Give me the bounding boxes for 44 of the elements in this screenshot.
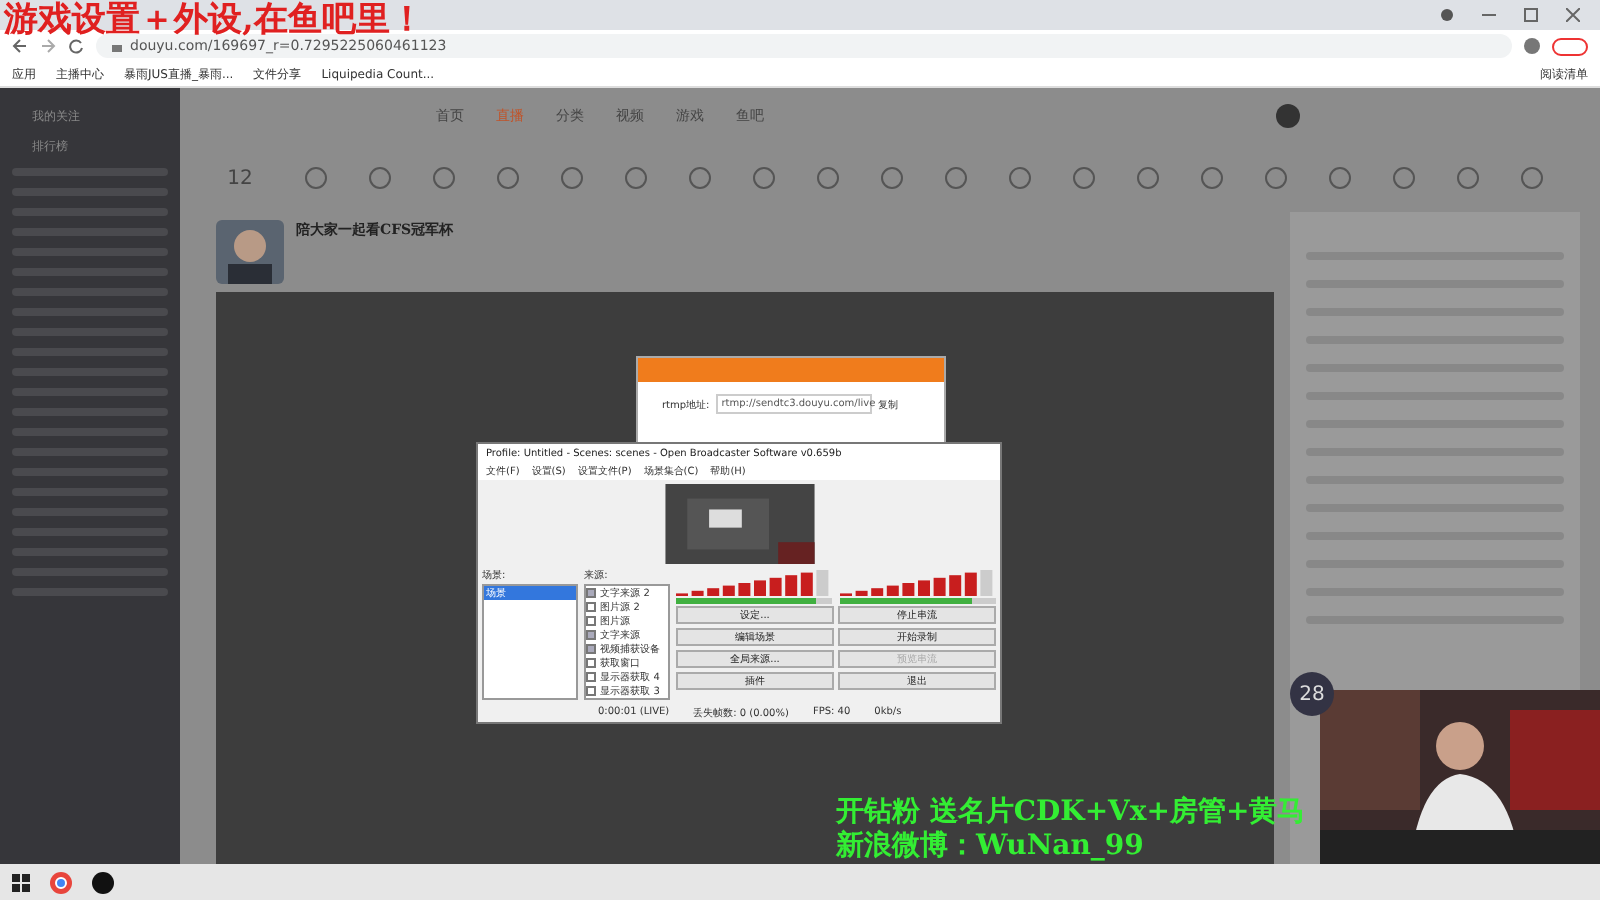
minimize-icon[interactable] [1482,8,1496,22]
overlay-caption: 游戏设置＋外设,在鱼吧里！ [4,0,424,40]
toolbar-icon[interactable] [432,166,456,190]
checkbox[interactable] [586,616,597,626]
checkbox[interactable] [586,602,597,612]
toolbar-icon[interactable] [304,166,328,190]
menu-icon[interactable] [1552,37,1588,55]
checkbox[interactable] [586,644,597,654]
toolbar-icon[interactable] [688,166,712,190]
toolbar-icon[interactable] [1072,166,1096,190]
toolbar-icon[interactable] [1200,166,1224,190]
windows-icon[interactable] [12,873,30,891]
forward-icon[interactable] [40,38,56,54]
follow-count: 12 [225,167,255,189]
avatar[interactable] [1276,104,1300,128]
toolbar-icon[interactable] [880,166,904,190]
toolbar-icon[interactable] [368,166,392,190]
toolbar-icon[interactable] [1456,166,1480,190]
promo-text: 新浪微博：WuNan_99 [836,830,1146,864]
browser-icon[interactable] [50,871,72,893]
toolbar-icon[interactable] [1136,166,1160,190]
checkbox[interactable] [586,672,597,682]
toolbar-icon[interactable] [752,166,776,190]
app-icon[interactable] [92,871,114,893]
toolbar-icon[interactable] [560,166,584,190]
toolbar-icon[interactable] [1392,166,1416,190]
close-icon[interactable] [1566,8,1580,22]
toolbar-icon[interactable] [944,166,968,190]
promo-text: 开钻粉 送名片CDK+Vx+房管+黄马 [836,796,1306,829]
reload-icon[interactable] [68,38,84,54]
checkbox[interactable] [586,588,597,598]
toolbar-icon[interactable] [624,166,648,190]
maximize-icon[interactable] [1524,8,1538,22]
toolbar-icon[interactable] [496,166,520,190]
checkbox[interactable] [586,686,597,696]
toolbar-icon[interactable] [816,166,840,190]
checkbox[interactable] [586,658,597,668]
toolbar-icon[interactable] [1264,166,1288,190]
checkbox[interactable] [586,630,597,640]
toolbar-icon[interactable] [1520,166,1544,190]
profile-icon[interactable] [1524,38,1540,54]
back-icon[interactable] [12,38,28,54]
toolbar-icon[interactable] [1008,166,1032,190]
toolbar-icon[interactable] [1328,166,1352,190]
